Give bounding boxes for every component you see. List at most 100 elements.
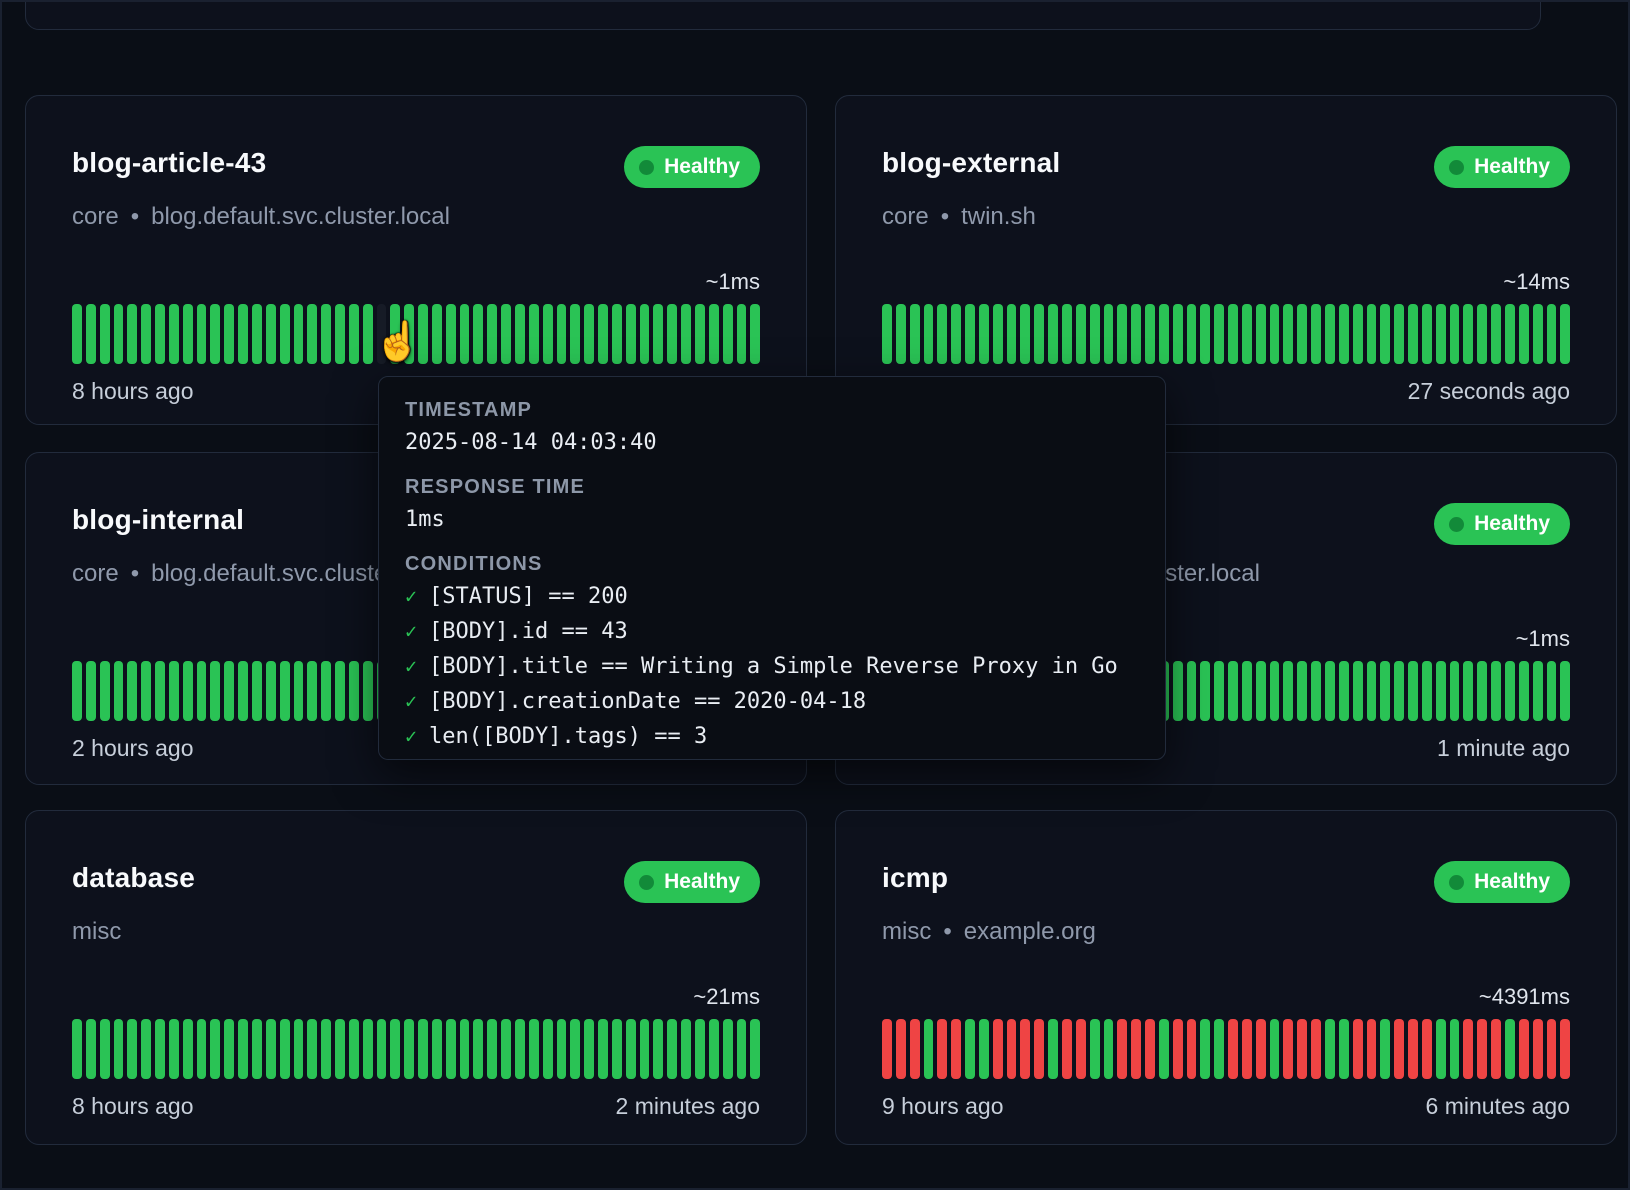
status-bar[interactable] (183, 304, 193, 364)
status-bar[interactable] (1187, 1019, 1197, 1079)
status-bar[interactable] (1422, 1019, 1432, 1079)
status-bar[interactable] (515, 304, 525, 364)
status-bar[interactable] (681, 304, 691, 364)
status-bar[interactable] (1353, 1019, 1363, 1079)
status-bar[interactable] (979, 304, 989, 364)
status-bar[interactable] (1422, 304, 1432, 364)
status-bar[interactable] (723, 304, 733, 364)
status-bar[interactable] (1547, 661, 1557, 721)
status-bar[interactable] (584, 1019, 594, 1079)
status-bar[interactable] (737, 304, 747, 364)
status-bar[interactable] (1353, 661, 1363, 721)
status-bar[interactable] (1491, 1019, 1501, 1079)
status-bar[interactable] (1117, 304, 1127, 364)
status-bar[interactable] (501, 1019, 511, 1079)
status-bar[interactable] (100, 1019, 110, 1079)
status-bar[interactable] (197, 304, 207, 364)
status-bar[interactable] (1533, 304, 1543, 364)
status-bar[interactable] (1048, 1019, 1058, 1079)
service-card[interactable]: icmp Healthy misc • example.org ~4391ms … (835, 810, 1617, 1145)
status-bar[interactable] (1034, 1019, 1044, 1079)
status-bar[interactable] (280, 1019, 290, 1079)
status-bar[interactable] (1145, 304, 1155, 364)
status-bar[interactable] (335, 304, 345, 364)
status-bar[interactable] (557, 304, 567, 364)
status-bar[interactable] (127, 1019, 137, 1079)
status-bar[interactable] (882, 304, 892, 364)
status-bar[interactable] (252, 661, 262, 721)
status-bar[interactable] (965, 1019, 975, 1079)
status-bar[interactable] (1547, 304, 1557, 364)
status-bar[interactable] (1436, 1019, 1446, 1079)
status-bar[interactable] (1463, 1019, 1473, 1079)
status-bar[interactable] (723, 1019, 733, 1079)
status-bar[interactable] (1034, 304, 1044, 364)
status-bar[interactable] (543, 1019, 553, 1079)
status-bar[interactable] (1519, 304, 1529, 364)
status-bar[interactable] (266, 304, 276, 364)
status-bar[interactable] (238, 661, 248, 721)
status-bar[interactable] (487, 304, 497, 364)
status-bar[interactable] (404, 1019, 414, 1079)
status-bar[interactable] (1505, 1019, 1515, 1079)
status-bar[interactable] (1450, 661, 1460, 721)
status-bar[interactable] (640, 1019, 650, 1079)
status-bar[interactable] (965, 304, 975, 364)
status-bar[interactable] (1145, 1019, 1155, 1079)
status-bar[interactable] (127, 304, 137, 364)
status-bar[interactable] (1228, 304, 1238, 364)
status-bar[interactable] (681, 1019, 691, 1079)
status-bar[interactable] (951, 304, 961, 364)
status-bar[interactable] (169, 661, 179, 721)
status-bar[interactable] (1020, 1019, 1030, 1079)
status-bar[interactable] (238, 304, 248, 364)
status-bar[interactable] (335, 661, 345, 721)
status-bar[interactable] (307, 304, 317, 364)
status-bar[interactable] (141, 661, 151, 721)
status-bar[interactable] (252, 304, 262, 364)
status-bar[interactable] (1117, 1019, 1127, 1079)
status-bar[interactable] (1187, 304, 1197, 364)
status-bar[interactable] (501, 304, 511, 364)
status-bar[interactable] (937, 304, 947, 364)
status-bar[interactable] (460, 304, 470, 364)
status-bar[interactable] (626, 1019, 636, 1079)
status-bar[interactable] (1477, 304, 1487, 364)
status-bar[interactable] (169, 1019, 179, 1079)
status-bar[interactable] (1533, 661, 1543, 721)
status-bar[interactable] (1173, 661, 1183, 721)
status-bar[interactable] (114, 661, 124, 721)
status-bar[interactable] (1187, 661, 1197, 721)
status-bar[interactable] (695, 1019, 705, 1079)
status-bar[interactable] (1394, 304, 1404, 364)
status-bar[interactable] (937, 1019, 947, 1079)
status-bar[interactable] (612, 304, 622, 364)
status-bar[interactable] (1297, 304, 1307, 364)
status-bar[interactable] (896, 1019, 906, 1079)
status-bar[interactable] (1560, 1019, 1570, 1079)
status-bar[interactable] (183, 661, 193, 721)
status-bar[interactable] (1311, 1019, 1321, 1079)
status-bar[interactable] (1463, 304, 1473, 364)
status-bar[interactable] (183, 1019, 193, 1079)
status-bar[interactable] (1200, 1019, 1210, 1079)
status-bar[interactable] (1394, 1019, 1404, 1079)
status-bar[interactable] (197, 1019, 207, 1079)
status-bar[interactable] (979, 1019, 989, 1079)
status-bar[interactable] (72, 1019, 82, 1079)
status-bar[interactable] (100, 661, 110, 721)
status-bar[interactable] (1173, 1019, 1183, 1079)
status-bar[interactable] (1380, 661, 1390, 721)
status-bar[interactable] (1007, 304, 1017, 364)
status-bar[interactable] (1491, 304, 1501, 364)
status-bar[interactable] (266, 661, 276, 721)
status-bar[interactable] (86, 304, 96, 364)
status-bar[interactable] (529, 1019, 539, 1079)
status-bar[interactable] (349, 304, 359, 364)
status-bar[interactable] (473, 304, 483, 364)
status-bar[interactable] (1090, 1019, 1100, 1079)
status-bar[interactable] (307, 1019, 317, 1079)
status-bar[interactable] (653, 304, 663, 364)
status-bar[interactable] (363, 304, 373, 364)
status-bar[interactable] (1131, 1019, 1141, 1079)
